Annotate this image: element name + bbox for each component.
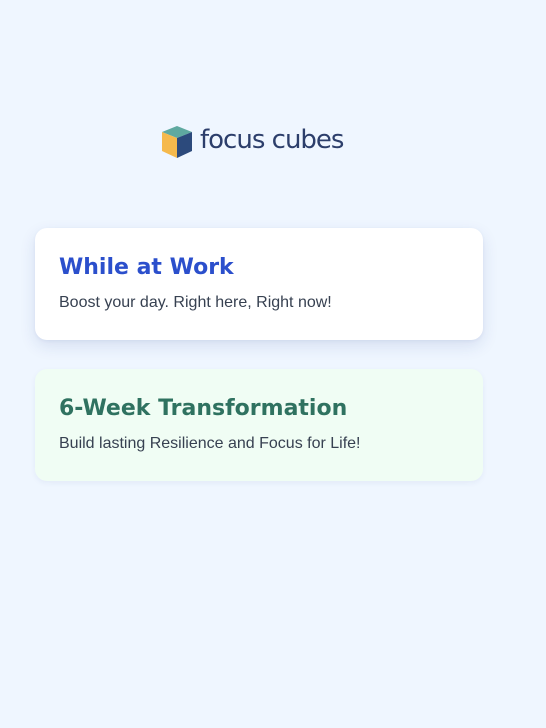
card-while-at-work[interactable]: While at Work Boost your day. Right here…	[35, 228, 483, 340]
card-title: While at Work	[59, 255, 234, 280]
brand-logo: focus cubes	[160, 125, 344, 159]
card-description: Build lasting Resilience and Focus for L…	[59, 435, 361, 452]
card-title: 6-Week Transformation	[59, 396, 348, 421]
cube-icon	[162, 126, 192, 158]
card-description: Boost your day. Right here, Right now!	[59, 294, 332, 311]
card-6-week-transformation[interactable]: 6-Week Transformation Build lasting Resi…	[35, 369, 483, 481]
brand-name: focus cubes	[200, 125, 344, 155]
